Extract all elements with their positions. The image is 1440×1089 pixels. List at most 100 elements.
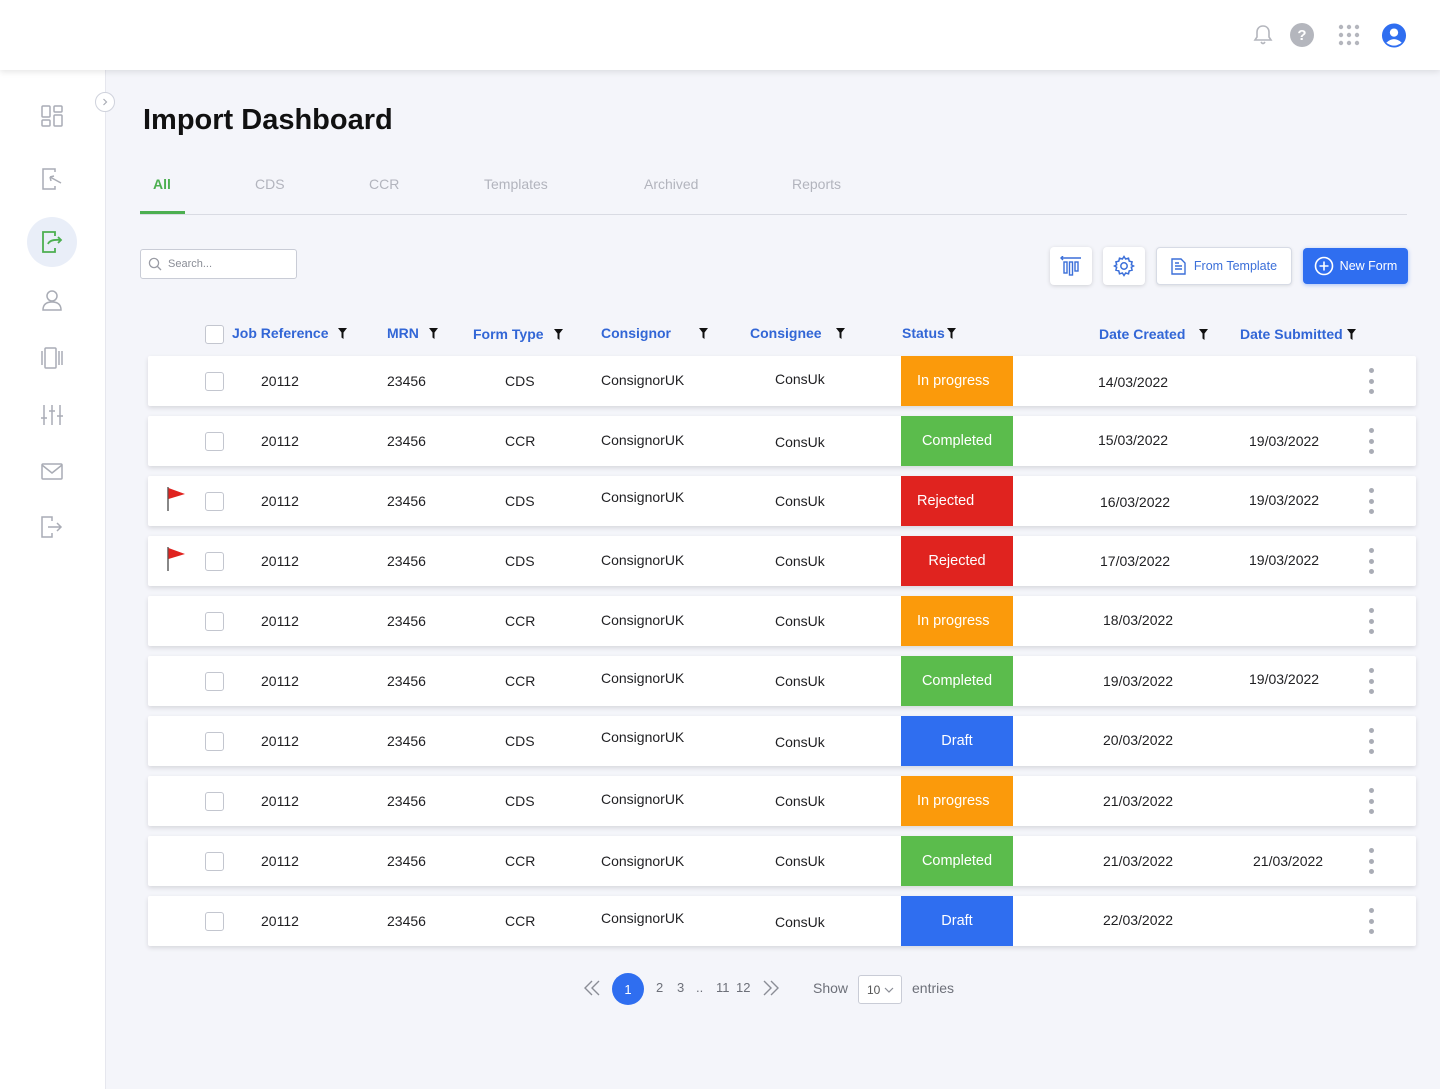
- cell-date-submitted: 19/03/2022: [1249, 671, 1320, 687]
- new-form-button[interactable]: New Form: [1303, 248, 1408, 284]
- search-input[interactable]: [168, 258, 288, 270]
- row-checkbox[interactable]: [205, 852, 224, 871]
- sidebar-item-dashboard[interactable]: [27, 91, 77, 141]
- document-icon: [1171, 257, 1186, 275]
- cell-form-type: CCR: [505, 433, 536, 449]
- row-checkbox[interactable]: [205, 432, 224, 451]
- row-checkbox[interactable]: [205, 612, 224, 631]
- svg-text:?: ?: [1297, 27, 1306, 44]
- table-row[interactable]: 20112 23456 CCR ConsignorUK ConsUk Completed 1…: [148, 656, 1416, 706]
- cell-form-type: CCR: [505, 913, 536, 929]
- row-actions-menu-icon[interactable]: [1363, 846, 1379, 876]
- filter-icon[interactable]: [1346, 328, 1356, 340]
- select-all-checkbox[interactable]: [205, 325, 224, 344]
- logout-icon: [41, 516, 63, 538]
- table-row[interactable]: 20112 23456 CCR ConsignorUK ConsUk Completed 2…: [148, 836, 1416, 886]
- row-actions-menu-icon[interactable]: [1363, 426, 1379, 456]
- cell-date-submitted: 21/03/2022: [1253, 853, 1324, 869]
- tab-templates[interactable]: Templates: [484, 176, 548, 192]
- column-header-status[interactable]: Status: [902, 325, 956, 341]
- cell-mrn: 23456: [387, 853, 426, 869]
- column-header-date-submitted[interactable]: Date Submitted: [1240, 326, 1356, 342]
- table-row[interactable]: 20112 23456 CDS ConsignorUK ConsUk In progres…: [148, 356, 1416, 406]
- sidebar-item-export[interactable]: [27, 217, 77, 267]
- sidebar-collapse-button[interactable]: [95, 92, 115, 112]
- page-button-12[interactable]: 12: [736, 980, 750, 995]
- first-page-button[interactable]: [583, 979, 601, 1000]
- table-row[interactable]: 20112 23456 CDS ConsignorUK ConsUk Rejected 16…: [148, 476, 1416, 526]
- row-actions-menu-icon[interactable]: [1363, 786, 1379, 816]
- sidebar-item-users[interactable]: [27, 275, 77, 325]
- cell-mrn: 23456: [387, 553, 426, 569]
- settings-button[interactable]: [1103, 247, 1145, 285]
- tab-cds[interactable]: CDS: [255, 176, 285, 192]
- row-checkbox[interactable]: [205, 552, 224, 571]
- cell-date-created: 15/03/2022: [1098, 432, 1169, 448]
- tab-all[interactable]: All: [153, 176, 171, 192]
- row-checkbox[interactable]: [205, 792, 224, 811]
- row-actions-menu-icon[interactable]: [1363, 366, 1379, 396]
- column-header-date-created[interactable]: Date Created: [1099, 326, 1209, 342]
- status-badge: Completed: [901, 836, 1013, 886]
- bell-icon[interactable]: [1250, 22, 1276, 48]
- column-header-form-type[interactable]: Form Type: [473, 326, 563, 342]
- table-row[interactable]: 20112 23456 CCR ConsignorUK ConsUk In progres…: [148, 596, 1416, 646]
- cell-job-reference: 20112: [261, 913, 299, 929]
- table-row[interactable]: 20112 23456 CDS ConsignorUK ConsUk In progres…: [148, 776, 1416, 826]
- table-row[interactable]: 20112 23456 CDS ConsignorUK ConsUk Rejected 17…: [148, 536, 1416, 586]
- table-row[interactable]: 20112 23456 CCR ConsignorUK ConsUk Draft 22/03…: [148, 896, 1416, 946]
- page-button-11[interactable]: 11: [716, 980, 730, 995]
- row-actions-menu-icon[interactable]: [1363, 906, 1379, 936]
- columns-icon: [1060, 256, 1081, 276]
- filter-icon[interactable]: [835, 327, 845, 339]
- tab-reports[interactable]: Reports: [792, 176, 841, 192]
- tab-ccr[interactable]: CCR: [369, 176, 399, 192]
- filter-icon[interactable]: [1199, 328, 1209, 340]
- row-checkbox[interactable]: [205, 912, 224, 931]
- last-page-button[interactable]: [762, 979, 780, 1000]
- page-size-select[interactable]: 10: [858, 975, 902, 1004]
- page-button-2[interactable]: 2: [656, 980, 663, 995]
- cell-consignor: ConsignorUK: [601, 791, 685, 807]
- table-row[interactable]: 20112 23456 CCR ConsignorUK ConsUk Completed 1…: [148, 416, 1416, 466]
- table-row[interactable]: 20112 23456 CDS ConsignorUK ConsUk Draft 20/03…: [148, 716, 1416, 766]
- row-checkbox[interactable]: [205, 372, 224, 391]
- row-actions-menu-icon[interactable]: [1363, 666, 1379, 696]
- page-button-3[interactable]: 3: [677, 980, 684, 995]
- column-header-job-reference[interactable]: Job Reference: [232, 325, 348, 341]
- filter-icon[interactable]: [428, 327, 438, 339]
- filter-icon[interactable]: [338, 327, 348, 339]
- cell-date-created: 17/03/2022: [1100, 553, 1171, 569]
- row-actions-menu-icon[interactable]: [1363, 546, 1379, 576]
- row-actions-menu-icon[interactable]: [1363, 726, 1379, 756]
- user-avatar-icon[interactable]: [1381, 22, 1407, 48]
- plus-circle-icon: [1314, 256, 1333, 276]
- filter-icon[interactable]: [699, 327, 708, 339]
- column-header-consignor[interactable]: Consignor: [601, 325, 708, 341]
- cell-mrn: 23456: [387, 613, 426, 629]
- filter-icon[interactable]: [946, 327, 956, 339]
- page-button-current[interactable]: 1: [612, 973, 644, 1005]
- filter-icon[interactable]: [553, 328, 563, 340]
- tab-archived[interactable]: Archived: [644, 176, 698, 192]
- row-checkbox[interactable]: [205, 672, 224, 691]
- cell-consignor: ConsignorUK: [601, 372, 685, 388]
- sidebar-item-documents[interactable]: [27, 333, 77, 383]
- cell-date-created: 21/03/2022: [1103, 793, 1174, 809]
- sidebar-item-settings[interactable]: [27, 390, 77, 440]
- column-header-consignee[interactable]: Consignee: [750, 325, 845, 341]
- sidebar-item-messages[interactable]: [27, 447, 77, 497]
- sidebar-item-logout[interactable]: [27, 502, 77, 552]
- from-template-button[interactable]: From Template: [1156, 247, 1292, 285]
- row-checkbox[interactable]: [205, 732, 224, 751]
- sidebar-item-import[interactable]: [27, 154, 77, 204]
- cell-mrn: 23456: [387, 793, 426, 809]
- row-actions-menu-icon[interactable]: [1363, 606, 1379, 636]
- row-actions-menu-icon[interactable]: [1363, 486, 1379, 516]
- column-header-mrn[interactable]: MRN: [387, 325, 438, 341]
- help-icon[interactable]: ?: [1289, 22, 1315, 48]
- columns-button[interactable]: [1050, 247, 1092, 285]
- cell-form-type: CDS: [505, 373, 535, 389]
- row-checkbox[interactable]: [205, 492, 224, 511]
- apps-grid-icon[interactable]: [1336, 22, 1362, 48]
